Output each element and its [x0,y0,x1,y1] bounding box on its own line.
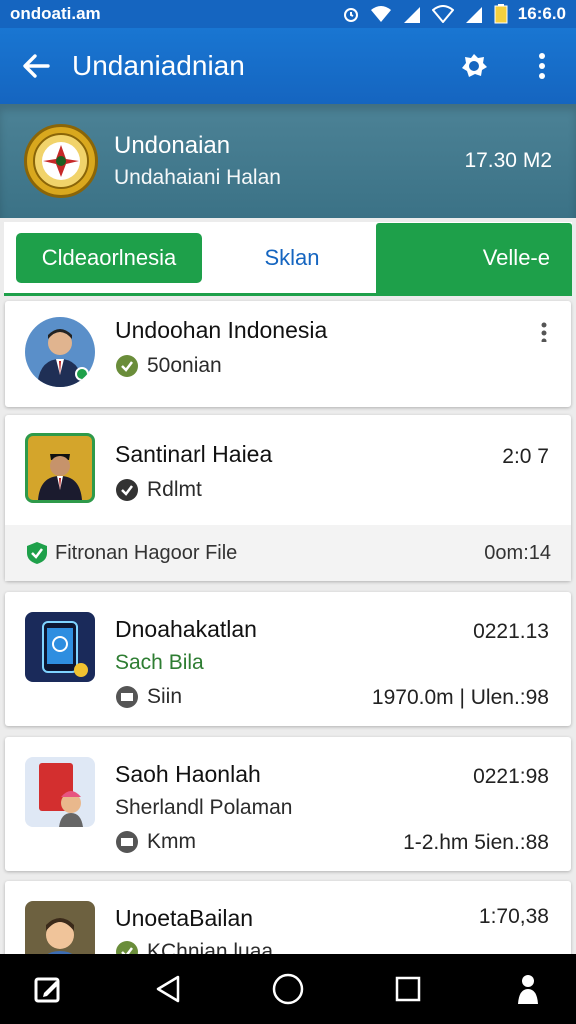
emblem-logo [24,124,98,198]
more-options-button[interactable] [508,28,576,104]
badge-button[interactable] [440,28,508,104]
tab-3[interactable]: Velle-e [376,222,572,293]
film-icon [115,830,139,854]
list-item[interactable]: Undoohan Indonesia 50onian [5,301,571,407]
wifi-icon [370,6,391,22]
film-icon [115,685,139,709]
channel-subtitle: Undahaiani Halan [114,166,281,189]
item-meta: 2:0 7 [502,445,549,468]
edit-button[interactable] [20,961,76,1017]
status-bar: ondoati.am 16:6.0 [0,0,576,28]
app-bar: Undaniadnian [0,28,576,104]
status-time: 16:6.0 [517,4,566,23]
item-meta: 0221.13 [473,620,549,643]
item-meta: 1:70,38 [478,905,549,928]
status-carrier: ondoati.am [10,4,101,23]
item-title: Santinarl Haiea [115,441,273,467]
nav-home-button[interactable] [260,961,316,1017]
avatar [25,612,95,682]
list-item[interactable]: Saoh Haonlah Sherlandl Polaman Kmm 0221:… [5,737,571,871]
verified-icon [115,354,139,378]
item-subtitle: 50onian [147,354,222,377]
tab-2[interactable]: Sklan [232,245,352,271]
list-item[interactable]: Dnoahakatlan Sach Bila Siin 0221.13 1970… [5,592,571,726]
battery-icon [494,4,508,24]
triangle-back-icon [156,975,180,1003]
system-nav-bar [0,954,576,1024]
nav-back-button[interactable] [140,961,196,1017]
tab-1[interactable]: Cldeaorlnesia [16,232,202,283]
item-detail: Siin [147,685,183,708]
item-meta: 0221:98 [473,765,549,788]
more-vert-icon [541,322,547,344]
emblem-icon [33,133,89,189]
nav-recents-button[interactable] [380,961,436,1017]
avatar [25,757,95,827]
list-item[interactable]: Santinarl Haiea Rdlmt 2:0 7 Fitronan Hag… [5,415,571,581]
signal-icon-2 [465,7,482,23]
person-button[interactable] [500,961,556,1017]
wifi-icon-2 [431,5,454,23]
item-bottom-meta: 1-2.hm 5ien.:88 [403,831,549,854]
alarm-icon [343,8,358,22]
item-menu-button[interactable] [541,321,547,349]
app-bar-title: Undaniadnian [72,50,245,81]
file-row-text: Fitronan Hagoor File [55,541,238,564]
item-subtitle: Sherlandl Polaman [115,796,293,819]
clock-icon [115,478,139,502]
item-detail: Kmm [147,830,196,853]
circle-home-icon [272,973,304,1005]
item-title: Undoohan Indonesia [115,317,328,343]
check-shield-icon [25,541,49,565]
file-row[interactable]: Fitronan Hagoor File 0om:14 [5,525,571,581]
item-subtitle: Sach Bila [115,651,204,674]
avatar [25,433,95,503]
channel-name: Undonaian [114,132,231,159]
channel-header: Undonaian Undahaiani Halan 17.30 M2 [0,104,576,218]
item-bottom-meta: 1970.0m | Ulen.:98 [371,686,549,709]
badge-icon [462,54,487,77]
item-subtitle: Rdlmt [147,478,202,501]
square-recents-icon [395,976,421,1002]
arrow-left-icon [23,54,50,78]
channel-size: 17.30 M2 [464,149,552,172]
person-icon [518,975,538,1004]
signal-icon [403,7,420,23]
back-button[interactable] [0,28,72,104]
avatar [25,317,95,387]
tab-bar: Cldeaorlnesia Sklan Velle-e [4,222,572,296]
file-row-time: 0om:14 [484,541,551,564]
edit-icon [34,977,60,1003]
more-vert-icon [539,53,545,79]
